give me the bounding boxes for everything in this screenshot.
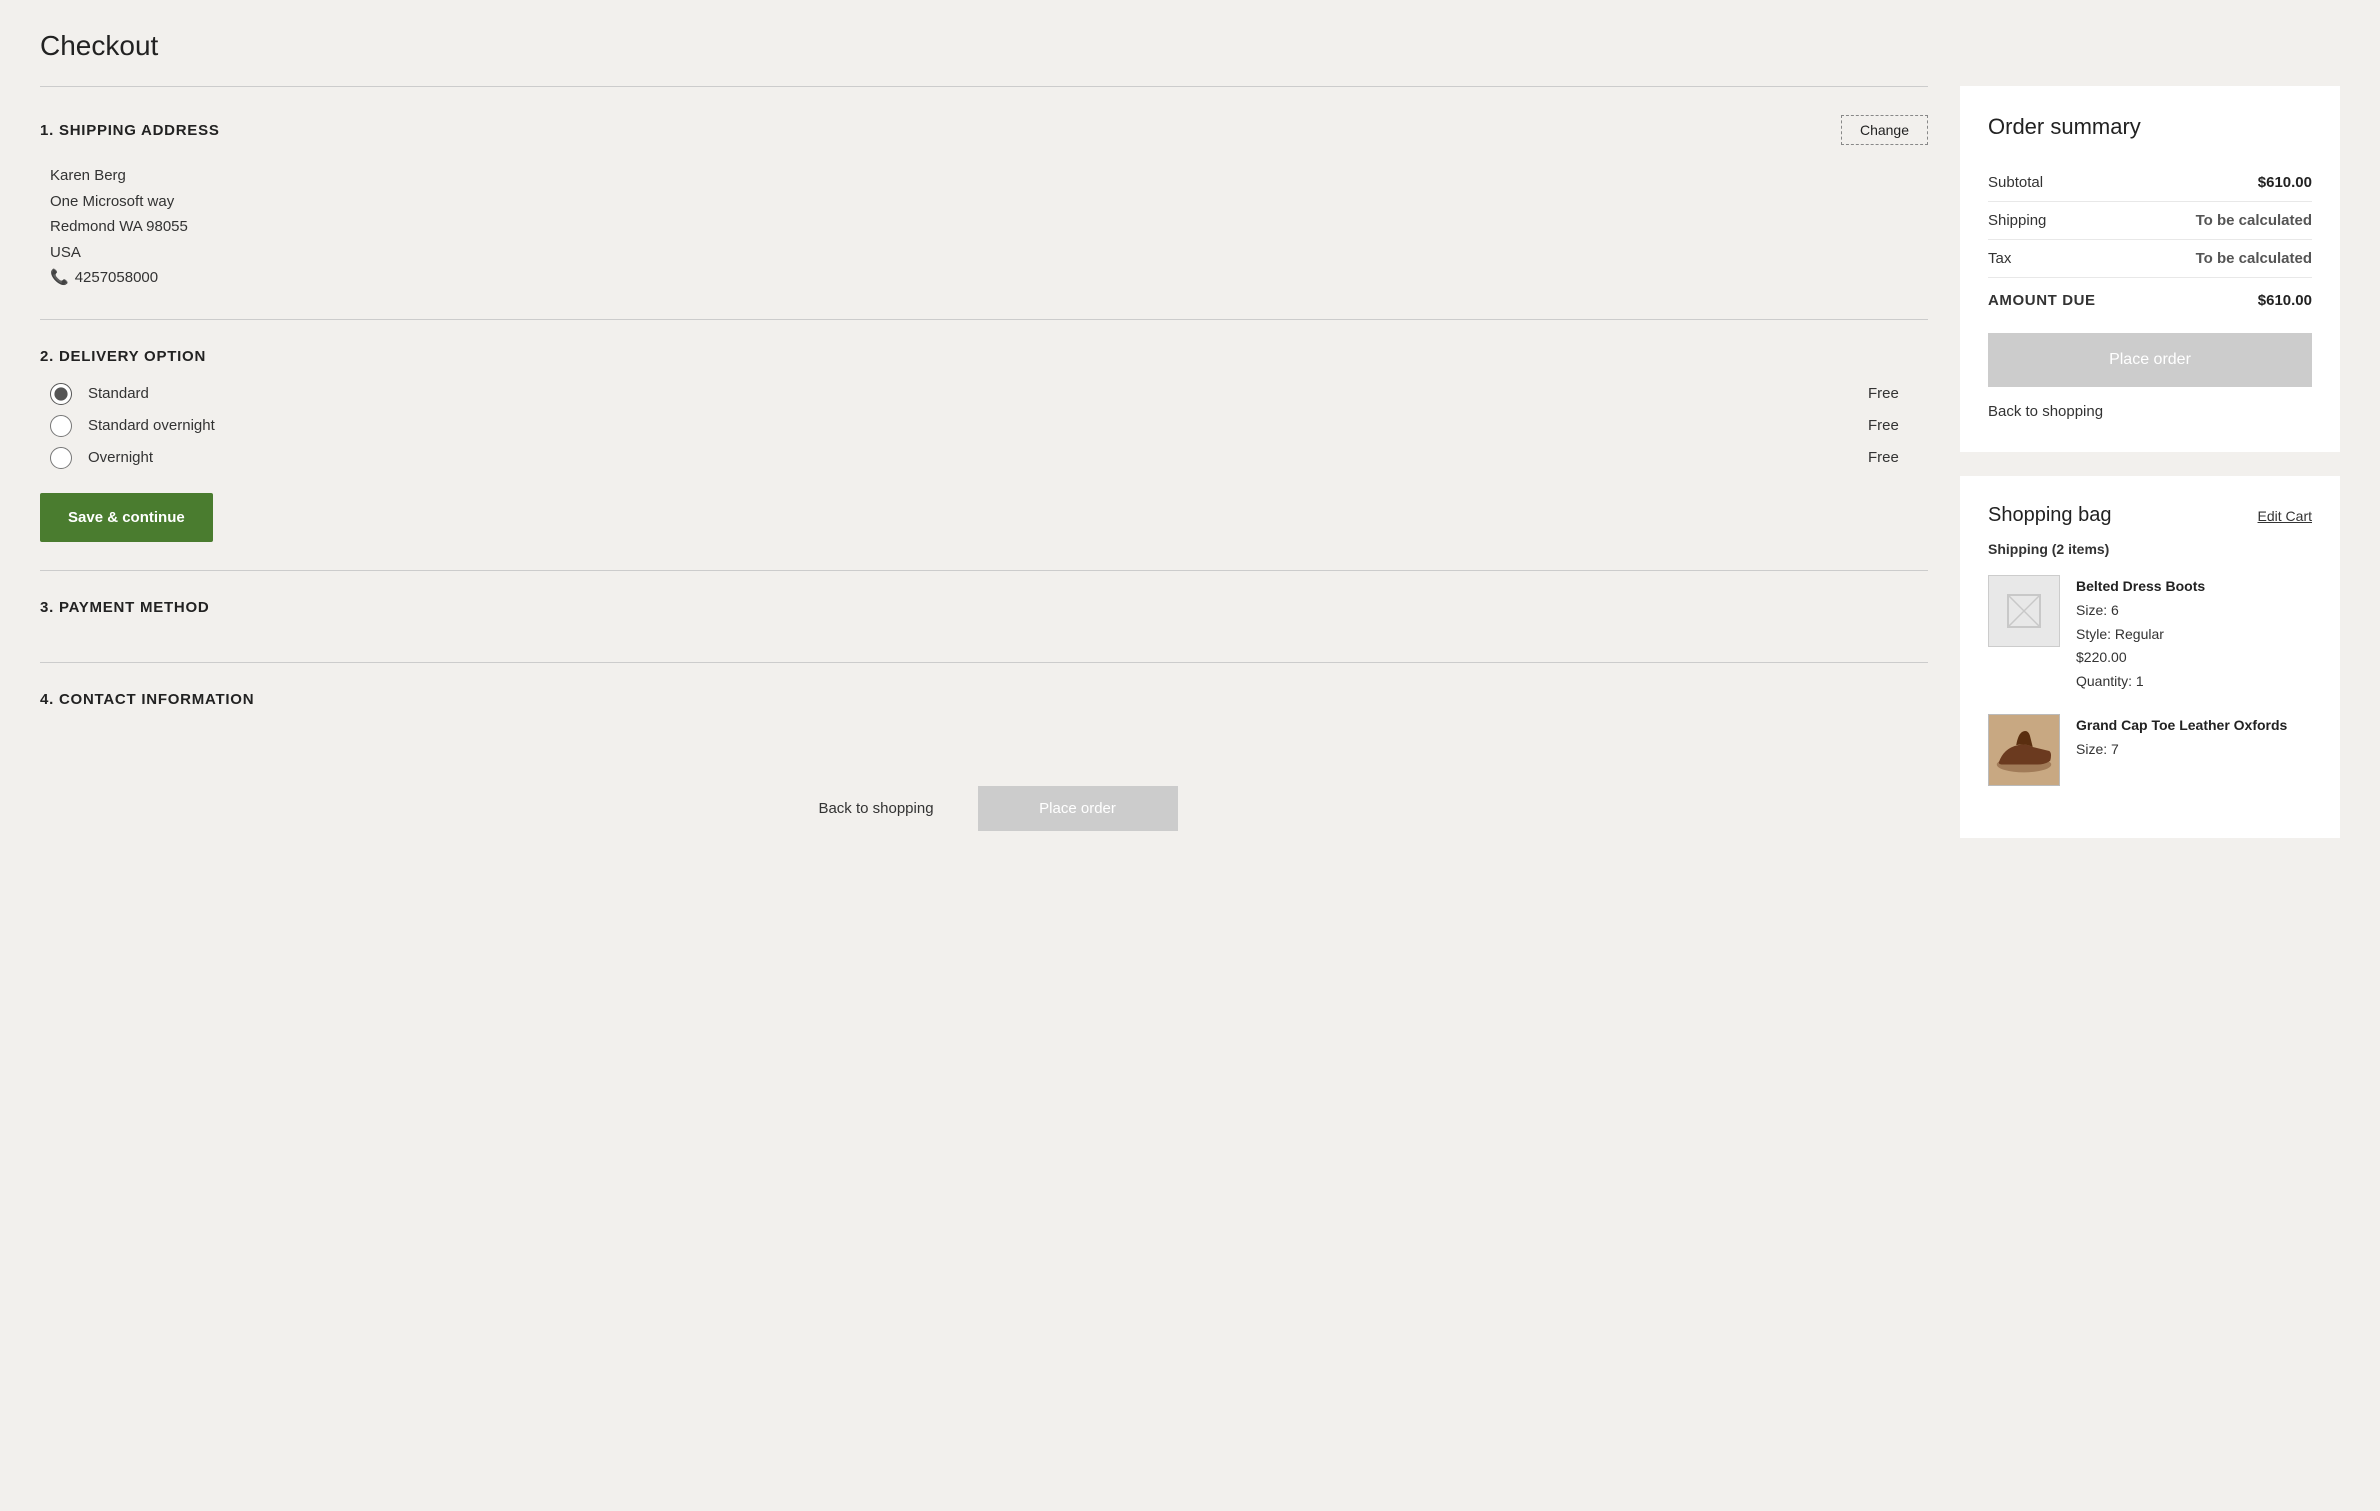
delivery-option-standard-overnight[interactable]: Standard overnight Free xyxy=(50,415,1928,437)
contact-info-section: 4. CONTACT INFORMATION xyxy=(40,662,1928,754)
item-image-2 xyxy=(1988,714,2060,786)
summary-row-subtotal: Subtotal $610.00 xyxy=(1988,164,2312,202)
delivery-option-section: 2. DELIVERY OPTION Standard Free Standar… xyxy=(40,319,1928,570)
image-placeholder-icon-1 xyxy=(2006,593,2042,629)
shoe-image-icon xyxy=(1989,714,2059,785)
back-to-shopping-link[interactable]: Back to shopping xyxy=(1988,403,2103,420)
item-details-1: Belted Dress Boots Size: 6 Style: Regula… xyxy=(2076,575,2312,694)
payment-method-section: 3. PAYMENT METHOD xyxy=(40,570,1928,662)
summary-row-shipping: Shipping To be calculated xyxy=(1988,202,2312,240)
save-continue-button[interactable]: Save & continue xyxy=(40,493,213,542)
delivery-price-overnight: Free xyxy=(1868,449,1928,466)
delivery-section-title: 2. DELIVERY OPTION xyxy=(40,348,206,365)
place-order-button[interactable]: Place order xyxy=(1988,333,2312,387)
address-phone: 4257058000 xyxy=(75,265,158,291)
address-city: Redmond WA 98055 xyxy=(50,214,1928,240)
address-block: Karen Berg One Microsoft way Redmond WA … xyxy=(40,163,1928,291)
radio-standard-overnight[interactable] xyxy=(50,415,72,437)
address-country: USA xyxy=(50,240,1928,266)
edit-cart-button[interactable]: Edit Cart xyxy=(2258,508,2312,524)
contact-section-title: 4. CONTACT INFORMATION xyxy=(40,691,254,708)
item-quantity-1: Quantity: 1 xyxy=(2076,670,2312,694)
payment-section-title: 3. PAYMENT METHOD xyxy=(40,599,209,616)
tax-value: To be calculated xyxy=(2196,250,2312,267)
delivery-price-standard: Free xyxy=(1868,385,1928,402)
right-column: Order summary Subtotal $610.00 Shipping … xyxy=(1960,86,2340,838)
shopping-bag-header: Shopping bag Edit Cart xyxy=(1988,504,2312,527)
total-label: AMOUNT DUE xyxy=(1988,292,2096,309)
address-phone-line: 📞 4257058000 xyxy=(50,265,1928,291)
item-name-2: Grand Cap Toe Leather Oxfords xyxy=(2076,714,2312,738)
bag-item-2: Grand Cap Toe Leather Oxfords Size: 7 xyxy=(1988,714,2312,786)
delivery-label-standard: Standard xyxy=(88,385,1852,402)
shipping-value: To be calculated xyxy=(2196,212,2312,229)
delivery-label-overnight: Overnight xyxy=(88,449,1852,466)
bottom-actions: Back to shopping Place order xyxy=(40,754,1928,847)
item-details-2: Grand Cap Toe Leather Oxfords Size: 7 xyxy=(2076,714,2312,786)
delivery-option-standard[interactable]: Standard Free xyxy=(50,383,1928,405)
tax-label: Tax xyxy=(1988,250,2011,267)
item-price-1: $220.00 xyxy=(2076,646,2312,670)
order-summary-title: Order summary xyxy=(1988,114,2312,140)
item-size-1: Size: 6 xyxy=(2076,599,2312,623)
shipping-items-label: Shipping (2 items) xyxy=(1988,541,2312,557)
subtotal-value: $610.00 xyxy=(2258,174,2312,191)
subtotal-label: Subtotal xyxy=(1988,174,2043,191)
order-summary-card: Order summary Subtotal $610.00 Shipping … xyxy=(1960,86,2340,452)
page-title: Checkout xyxy=(40,30,2340,62)
total-value: $610.00 xyxy=(2258,292,2312,309)
shipping-label: Shipping xyxy=(1988,212,2046,229)
address-name: Karen Berg xyxy=(50,163,1928,189)
item-size-2: Size: 7 xyxy=(2076,738,2312,762)
item-image-placeholder-1 xyxy=(1988,575,2060,647)
checkout-form: 1. SHIPPING ADDRESS Change Karen Berg On… xyxy=(40,86,1928,847)
item-name-1: Belted Dress Boots xyxy=(2076,575,2312,599)
delivery-price-standard-overnight: Free xyxy=(1868,417,1928,434)
delivery-label-standard-overnight: Standard overnight xyxy=(88,417,1852,434)
phone-icon: 📞 xyxy=(50,265,69,291)
delivery-option-overnight[interactable]: Overnight Free xyxy=(50,447,1928,469)
summary-row-tax: Tax To be calculated xyxy=(1988,240,2312,278)
back-to-shopping-button-bottom[interactable]: Back to shopping xyxy=(790,786,961,831)
radio-overnight[interactable] xyxy=(50,447,72,469)
item-style-1: Style: Regular xyxy=(2076,623,2312,647)
address-street: One Microsoft way xyxy=(50,189,1928,215)
summary-row-total: AMOUNT DUE $610.00 xyxy=(1988,278,2312,309)
shopping-bag-title: Shopping bag xyxy=(1988,504,2111,527)
place-order-button-bottom[interactable]: Place order xyxy=(978,786,1178,831)
delivery-options-list: Standard Free Standard overnight Free Ov… xyxy=(40,383,1928,469)
shipping-address-section: 1. SHIPPING ADDRESS Change Karen Berg On… xyxy=(40,86,1928,319)
shipping-section-title: 1. SHIPPING ADDRESS xyxy=(40,122,220,139)
bag-item-1: Belted Dress Boots Size: 6 Style: Regula… xyxy=(1988,575,2312,694)
shopping-bag-card: Shopping bag Edit Cart Shipping (2 items… xyxy=(1960,476,2340,838)
radio-standard[interactable] xyxy=(50,383,72,405)
change-address-button[interactable]: Change xyxy=(1841,115,1928,145)
